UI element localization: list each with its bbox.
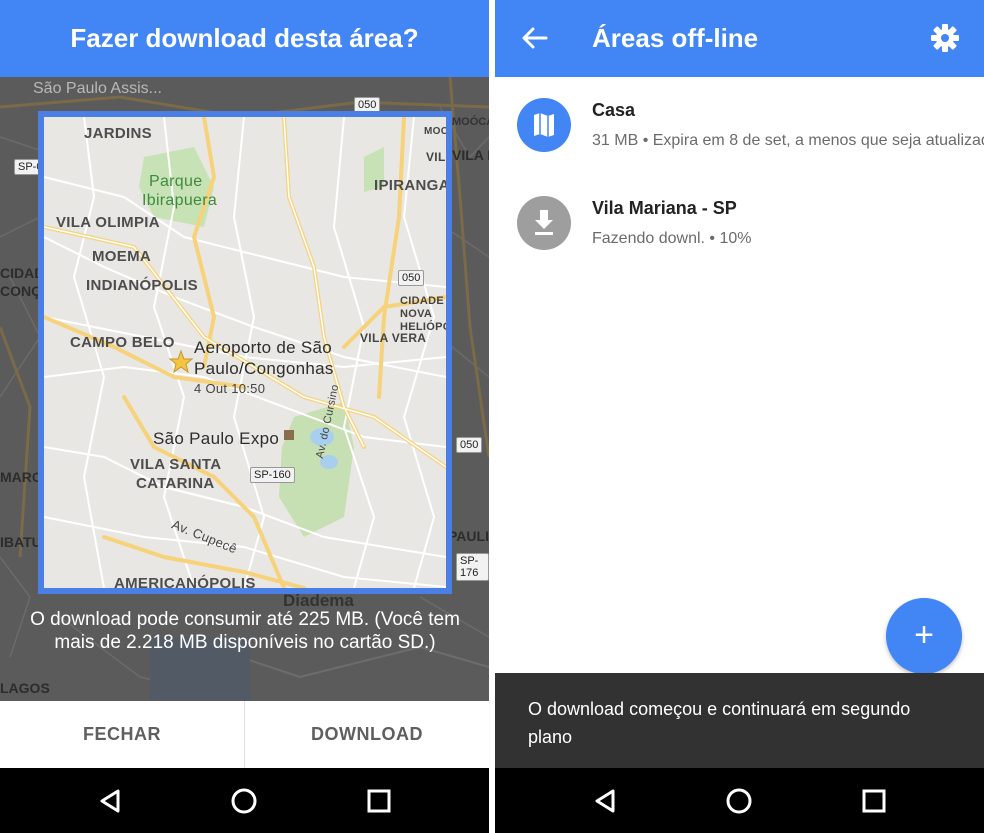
dialog-title: Fazer download desta área? [70,23,419,53]
map-label: VILA VERA [360,331,427,345]
map-label: VILA SANTA [130,456,222,473]
map-label: VILA PRU [426,150,452,164]
map-label: Ibirapuera [142,192,218,209]
download-button[interactable]: DOWNLOAD [245,701,489,768]
item-title: Vila Mariana - SP [592,198,737,218]
map-label: INDIANÓPOLIS [86,277,198,294]
selected-area-frame[interactable]: JARDINS Parque Ibirapuera VILA OLIMPIA M… [38,111,452,594]
map-label: VILA OLIMPIA [56,214,160,231]
map-label: AMERICANÓPOLIS [114,575,256,592]
add-area-button[interactable]: + [886,598,962,674]
gear-icon[interactable] [929,22,961,54]
map-label: 4 Out 10:50 [194,381,266,396]
recents-nav-icon[interactable] [363,785,395,817]
download-icon [517,196,571,250]
map-label: NOVA [400,308,433,320]
home-nav-icon[interactable] [723,785,755,817]
map-label: Aeroporto de São [194,338,333,357]
map-label: JARDINS [84,125,152,142]
bg-label: VILA PRU [452,147,489,163]
back-nav-icon[interactable] [94,785,126,817]
download-area-screen: Fazer download desta área? São Paulo Ass… [0,0,489,833]
bg-label: São Paulo Assis... [33,80,162,97]
item-subtitle: 31 MB • Expira em 8 de set, a menos que … [592,132,984,149]
app-bar: Áreas off-line [495,0,984,77]
bg-label: MARO [0,469,43,485]
map-label: Parque [149,173,203,190]
map-label: MOCCA [424,126,449,137]
route-shield: SP-160 [250,467,295,483]
offline-area-item[interactable]: Vila Mariana - SP Fazendo downl. • 10% [495,176,984,272]
map-label: CIDADE [400,295,444,307]
item-title: Casa [592,100,636,120]
system-nav-bar [0,768,489,833]
close-button[interactable]: FECHAR [0,701,244,768]
recents-nav-icon[interactable] [858,785,890,817]
system-nav-bar [495,768,984,833]
map-label: CAMPO BELO [70,334,175,351]
home-nav-icon[interactable] [228,785,260,817]
route-shield: SP-176 [456,553,489,581]
snackbar: O download começou e continuará em segun… [495,673,984,768]
route-shield: 050 [398,270,425,286]
page-title: Áreas off-line [592,23,759,53]
dialog-title-bar: Fazer download desta área? [0,0,489,77]
storage-message: O download pode consumir até 225 MB. (Vo… [30,609,460,653]
map-label: IPIRANGA [374,177,450,194]
item-subtitle: Fazendo downl. • 10% [592,230,752,247]
bg-label: PAULICE [448,528,489,544]
map-label: Paulo/Congonhas [194,359,334,378]
back-arrow-icon[interactable] [519,22,551,54]
back-nav-icon[interactable] [589,785,621,817]
dialog-actions: FECHAR DOWNLOAD [0,701,489,768]
map-label: São Paulo Expo [153,429,280,448]
offline-areas-screen: Áreas off-line Casa 31 MB • Expira em 8 … [495,0,984,833]
map-label: CATARINA [136,475,215,492]
bg-label: MOÓCA [452,116,489,128]
route-shield: 050 [456,437,483,453]
map-icon [517,98,571,152]
bg-label: LAGOS [0,680,50,696]
offline-area-item[interactable]: Casa 31 MB • Expira em 8 de set, a menos… [495,78,984,174]
snackbar-message: O download começou e continuará em segun… [528,699,911,747]
map-label: MOEMA [92,248,151,265]
